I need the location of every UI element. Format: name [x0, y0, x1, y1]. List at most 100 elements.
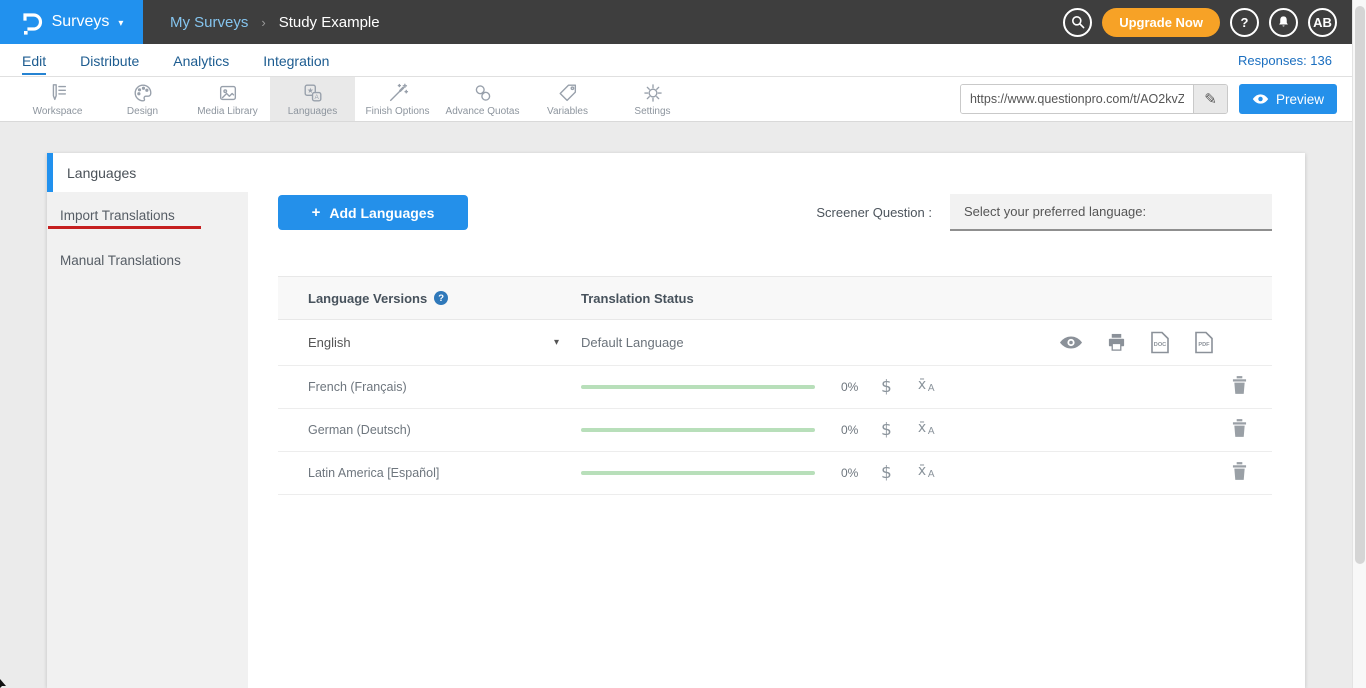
toolbar-item-workspace[interactable]: Workspace: [15, 77, 100, 121]
delete-language-button[interactable]: [1232, 462, 1247, 485]
progress-percent: 0%: [841, 380, 869, 394]
translation-progress-bar: [581, 385, 815, 389]
view-eye-icon[interactable]: [1059, 335, 1083, 350]
sidebar-item-import-translations[interactable]: Import Translations: [47, 202, 248, 235]
paid-translation-icon[interactable]: $: [881, 377, 892, 397]
default-language-dropdown[interactable]: English ▾: [308, 335, 581, 350]
screener-question-label: Screener Question :: [816, 205, 932, 220]
table-row-english: English ▾ Default Language: [278, 320, 1272, 366]
advance-quotas-icon: [472, 82, 494, 104]
avatar[interactable]: AB: [1308, 8, 1337, 37]
questionpro-logo-icon: [20, 8, 43, 36]
design-icon: [132, 82, 154, 104]
toolbar-item-settings[interactable]: Settings: [610, 77, 695, 121]
help-icon[interactable]: ?: [434, 291, 448, 305]
table-header-row: Language Versions ? Translation Status: [278, 276, 1272, 320]
settings-icon: [642, 82, 664, 104]
breadcrumb: My Surveys › Study Example: [170, 14, 380, 31]
tab-edit[interactable]: Edit: [20, 47, 48, 74]
chevron-down-icon: ▾: [118, 18, 123, 29]
progress-percent: 0%: [841, 423, 869, 437]
table-row-latin-america: Latin America [Español] 0% $ x̄ A: [278, 452, 1272, 495]
table-row-french: French (Français) 0% $ x̄ A: [278, 366, 1272, 409]
toolbar-item-finish-options[interactable]: Finish Options: [355, 77, 440, 121]
paid-translation-icon[interactable]: $: [881, 463, 892, 483]
screener-question-select[interactable]: Select your preferred language:: [950, 194, 1272, 231]
top-header-bar: Surveys ▾ My Surveys › Study Example Upg…: [0, 0, 1352, 44]
plus-icon: +: [312, 204, 321, 221]
page-scrollbar[interactable]: [1352, 0, 1366, 688]
translation-progress-bar: [581, 471, 815, 475]
preview-button[interactable]: Preview: [1239, 84, 1337, 114]
table-row-german: German (Deutsch) 0% $ x̄ A: [278, 409, 1272, 452]
help-button[interactable]: ?: [1230, 8, 1259, 37]
trash-icon: [1232, 376, 1247, 394]
svg-text:DOC: DOC: [1154, 342, 1166, 348]
svg-text:PDF: PDF: [1198, 342, 1210, 348]
avatar-initials: AB: [1313, 15, 1332, 30]
bell-icon: [1276, 14, 1291, 30]
media-library-icon: [217, 82, 239, 104]
languages-main-panel: + Add Languages Screener Question : Sele…: [248, 153, 1305, 688]
search-button[interactable]: [1063, 8, 1092, 37]
languages-icon: ★ A: [302, 82, 324, 104]
tab-distribute[interactable]: Distribute: [78, 47, 141, 74]
action-row: + Add Languages Screener Question : Sele…: [278, 194, 1272, 231]
trash-icon: [1232, 419, 1247, 437]
toolbar-item-design[interactable]: Design: [100, 77, 185, 121]
scrollbar-thumb[interactable]: [1355, 6, 1365, 564]
nav-tabs: Edit Distribute Analytics Integration: [20, 47, 331, 74]
product-label: Surveys: [52, 13, 110, 31]
toolbar-item-languages[interactable]: ★ A Languages: [270, 77, 355, 121]
language-name: French (Français): [308, 380, 581, 394]
toolbar-item-variables[interactable]: Variables: [525, 77, 610, 121]
sidebar-item-manual-translations[interactable]: Manual Translations: [47, 247, 248, 274]
language-status-cell: 0% $ x̄ A: [581, 462, 1272, 485]
edit-url-button[interactable]: ✎: [1193, 85, 1227, 113]
page-content: Languages Import Translations Manual Tra…: [0, 122, 1352, 688]
languages-card: Languages Import Translations Manual Tra…: [47, 153, 1305, 688]
add-languages-button[interactable]: + Add Languages: [278, 195, 468, 230]
toolbar-item-media-library[interactable]: Media Library: [185, 77, 270, 121]
delete-language-button[interactable]: [1232, 419, 1247, 442]
survey-url-input[interactable]: [961, 85, 1193, 113]
languages-sidebar: Languages Import Translations Manual Tra…: [47, 153, 248, 688]
export-doc-icon[interactable]: DOC: [1150, 331, 1170, 354]
upgrade-now-button[interactable]: Upgrade Now: [1102, 8, 1220, 37]
product-menu-button[interactable]: Surveys ▾: [0, 0, 143, 44]
auto-translate-icon[interactable]: x̄ A: [918, 420, 938, 440]
help-glyph: ?: [1241, 15, 1249, 30]
translation-progress-bar: [581, 428, 815, 432]
header-translation-status: Translation Status: [581, 291, 1272, 306]
export-pdf-icon[interactable]: PDF: [1194, 331, 1214, 354]
paid-translation-icon[interactable]: $: [881, 420, 892, 440]
breadcrumb-my-surveys[interactable]: My Surveys: [170, 14, 248, 31]
survey-nav-bar: Edit Distribute Analytics Integration Re…: [0, 44, 1352, 77]
screener-question-group: Screener Question : Select your preferre…: [816, 194, 1272, 231]
auto-translate-icon[interactable]: x̄ A: [918, 463, 938, 483]
auto-translate-icon[interactable]: x̄ A: [918, 377, 938, 397]
svg-text:A: A: [314, 94, 319, 101]
toolbar-right-group: ✎ Preview: [960, 77, 1337, 121]
pencil-icon: ✎: [1204, 90, 1217, 108]
workspace-icon: [47, 82, 69, 104]
tab-analytics[interactable]: Analytics: [171, 47, 231, 74]
default-row-actions: DOC PDF: [1059, 331, 1214, 354]
language-versions-table: Language Versions ? Translation Status E…: [278, 276, 1272, 495]
sidebar-nav: Import Translations Manual Translations: [47, 192, 248, 688]
search-icon: [1070, 14, 1086, 30]
mouse-cursor: [0, 678, 9, 688]
trash-icon: [1232, 462, 1247, 480]
breadcrumb-current-survey: Study Example: [279, 14, 380, 31]
notifications-button[interactable]: [1269, 8, 1298, 37]
default-language-status-cell: Default Language: [581, 331, 1272, 354]
delete-language-button[interactable]: [1232, 376, 1247, 399]
language-name: German (Deutsch): [308, 423, 581, 437]
toolbar-item-advance-quotas[interactable]: Advance Quotas: [440, 77, 525, 121]
sidebar-title: Languages: [47, 153, 248, 192]
edit-toolbar: Workspace Design Media Library ★ A Langu…: [0, 77, 1352, 122]
tab-integration[interactable]: Integration: [261, 47, 331, 74]
responses-count-link[interactable]: Responses: 136: [1238, 53, 1332, 68]
language-status-cell: 0% $ x̄ A: [581, 419, 1272, 442]
print-icon[interactable]: [1107, 333, 1126, 352]
